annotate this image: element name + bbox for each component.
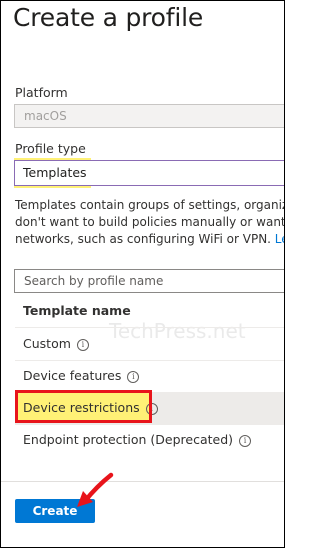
table-row[interactable]: Custom i xyxy=(15,329,284,360)
info-icon[interactable]: i xyxy=(76,339,89,351)
template-name: Endpoint protection (Deprecated) xyxy=(23,432,234,447)
learn-more-link[interactable]: Lea xyxy=(275,232,284,246)
create-profile-panel: Create a profile Platform macOS Profile … xyxy=(0,0,285,548)
platform-label: Platform xyxy=(15,85,68,100)
table-row-device-restrictions[interactable]: Device restrictions i xyxy=(15,393,284,424)
platform-value: macOS xyxy=(24,109,67,123)
template-name: Device restrictions xyxy=(23,400,140,415)
table-row[interactable]: Device features i xyxy=(15,361,284,392)
template-name: Custom xyxy=(23,336,71,351)
info-icon[interactable]: i xyxy=(145,403,158,415)
search-input[interactable]: Search by profile name xyxy=(14,269,284,293)
platform-field: macOS xyxy=(14,104,284,128)
info-icon[interactable]: i xyxy=(127,371,140,383)
footer-divider xyxy=(1,481,284,482)
profile-type-value: Templates xyxy=(23,165,87,180)
page-title: Create a profile xyxy=(13,3,204,32)
column-header-template-name[interactable]: Template name xyxy=(23,303,131,318)
templates-description: Templates contain groups of settings, or… xyxy=(15,197,284,248)
header-divider xyxy=(15,327,284,328)
info-icon[interactable]: i xyxy=(239,435,252,447)
template-name: Device features xyxy=(23,368,122,383)
profile-type-label: Profile type xyxy=(15,141,86,156)
table-row[interactable]: Endpoint protection (Deprecated) i xyxy=(15,425,284,456)
search-placeholder: Search by profile name xyxy=(24,274,164,288)
red-arrow-icon xyxy=(77,472,114,507)
